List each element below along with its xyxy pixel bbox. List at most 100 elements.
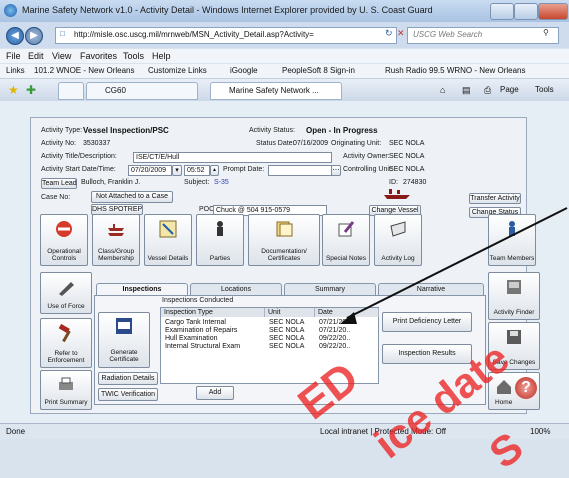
search-icon[interactable]: ⚲ — [543, 28, 549, 37]
table-cell-unit[interactable]: SEC NOLA — [269, 319, 304, 326]
print-summary-button[interactable]: Print Summary — [40, 370, 92, 410]
link-igoogle[interactable]: iGoogle — [230, 66, 258, 75]
poc-label: POC — [199, 206, 215, 213]
activity-title-label: Activity Title/Description: — [41, 153, 117, 160]
stop-icon[interactable]: ✕ — [397, 28, 405, 39]
table-cell-unit[interactable]: SEC NOLA — [269, 343, 304, 350]
maximize-button[interactable] — [514, 3, 538, 20]
button-label: Generate Certificate — [109, 349, 139, 363]
zoom-level[interactable]: 100% — [530, 427, 550, 436]
link-peoplesoft[interactable]: PeopleSoft 8 Sign-in — [282, 66, 355, 75]
annotation-arrow — [340, 207, 568, 324]
add-button[interactable]: Add — [196, 386, 234, 400]
url-input[interactable]: □ http://misle.osc.uscg.mil/mrnweb/MSN_A… — [55, 27, 397, 44]
id-value: 274830 — [403, 179, 427, 186]
table-cell-type[interactable]: Cargo Tank Internal — [165, 319, 226, 326]
forward-icon[interactable]: ▶ — [25, 27, 43, 45]
status-date-label: Status Date: — [256, 140, 295, 147]
home-toolbar-icon[interactable]: ⌂ — [440, 85, 445, 95]
use-of-force-icon — [57, 278, 75, 296]
table-cell-type[interactable]: Examination of Repairs — [165, 327, 237, 334]
not-attached-button[interactable]: Not Attached to a Case — [91, 191, 173, 203]
button-label: Class/Group Membership — [97, 248, 135, 262]
printer-icon — [57, 376, 75, 394]
team-lead-value: Bulloch, Franklin J. — [81, 179, 141, 186]
time-spinner-icon[interactable]: ▲ — [210, 165, 219, 176]
documents-icon — [275, 220, 293, 238]
ships-icon — [107, 220, 125, 238]
link-wnoe[interactable]: 101.2 WNOE - New Orleans — [34, 66, 134, 75]
page-icon: □ — [60, 29, 65, 38]
browser-tab-cg60[interactable]: CG60 — [86, 82, 198, 100]
team-lead-button[interactable]: Team Lead — [41, 178, 77, 189]
class-group-membership-button[interactable]: Class/Group Membership — [92, 214, 140, 266]
operational-controls-button[interactable]: Operational Controls — [40, 214, 88, 266]
table-cell-unit[interactable]: SEC NOLA — [269, 327, 304, 334]
button-label: Refer to Enforcement — [47, 350, 85, 364]
button-label: Documentation/ Certificates — [261, 248, 307, 262]
start-date-label: Activity Start Date/Time: — [41, 166, 116, 173]
vessel-details-icon — [159, 220, 177, 238]
browser-tab-msn[interactable]: Marine Safety Network ... — [210, 82, 342, 100]
table-cell-date[interactable]: 09/22/20.. — [319, 343, 350, 350]
button-label: Print Summary — [44, 399, 88, 406]
page-menu[interactable]: Page — [500, 85, 519, 94]
prompt-date-picker-icon[interactable]: ⋯ — [331, 165, 341, 176]
print-toolbar-icon[interactable]: ⎙ — [484, 85, 491, 96]
date-dropdown-icon[interactable]: ▾ — [172, 165, 182, 176]
tab-list-button[interactable] — [58, 82, 84, 100]
start-time-input[interactable]: 05:52 — [184, 165, 210, 176]
start-date-input[interactable]: 07/20/2009 — [128, 165, 172, 176]
help-icon[interactable]: ? — [515, 377, 537, 399]
menu-favorites[interactable]: Favorites — [80, 51, 117, 61]
menu-edit[interactable]: Edit — [28, 51, 44, 61]
minimize-button[interactable] — [490, 3, 514, 20]
favorites-star-icon[interactable]: ★ — [8, 83, 19, 97]
menu-help[interactable]: Help — [152, 51, 171, 61]
subject-value[interactable]: S-35 — [214, 179, 229, 186]
feeds-icon[interactable]: ▤ — [462, 85, 471, 96]
table-cell-unit[interactable]: SEC NOLA — [269, 335, 304, 342]
vessel-icon — [383, 188, 411, 200]
add-favorite-icon[interactable]: ✚ — [26, 83, 36, 97]
button-label: Operational Controls — [47, 248, 81, 262]
hammer-icon — [57, 323, 75, 343]
menu-file[interactable]: File — [6, 51, 21, 61]
originating-unit-label: Originating Unit: — [331, 140, 382, 147]
generate-certificate-button[interactable]: Generate Certificate — [98, 312, 150, 368]
documentation-certificates-button[interactable]: Documentation/ Certificates — [248, 214, 320, 266]
links-bar: Links 101.2 WNOE - New Orleans Customize… — [0, 64, 569, 79]
originating-unit-value: SEC NOLA — [389, 140, 425, 147]
table-cell-type[interactable]: Internal Structural Exam — [165, 343, 240, 350]
browser-tab-label: CG60 — [105, 86, 126, 95]
prompt-date-input[interactable] — [268, 165, 332, 176]
link-customize[interactable]: Customize Links — [148, 66, 207, 75]
search-input[interactable]: USCG Web Search ⚲ — [407, 27, 559, 44]
tools-menu[interactable]: Tools — [535, 85, 554, 94]
activity-no-label: Activity No: — [41, 140, 77, 147]
vessel-details-button[interactable]: Vessel Details — [144, 214, 192, 266]
close-button[interactable] — [538, 3, 568, 20]
menu-tools[interactable]: Tools — [123, 51, 144, 61]
column-header-unit[interactable]: Unit — [265, 308, 315, 317]
twic-verification-button[interactable]: TWIC Verification — [98, 388, 158, 401]
back-icon[interactable]: ◀ — [6, 27, 24, 45]
window-title: Marine Safety Network v1.0 - Activity De… — [22, 5, 433, 15]
refresh-icon[interactable]: ↻ — [385, 28, 393, 39]
ie-logo-icon — [4, 4, 17, 17]
activity-owner-value: SEC NOLA — [389, 153, 425, 160]
activity-no-value: 3530337 — [83, 140, 111, 147]
link-rush-radio[interactable]: Rush Radio 99.5 WRNO - New Orleans — [385, 66, 526, 75]
menu-view[interactable]: View — [52, 51, 71, 61]
table-cell-type[interactable]: Hull Examination — [165, 335, 218, 342]
certificate-icon — [115, 317, 133, 335]
inspections-conducted-label: Inspections Conducted — [162, 297, 234, 304]
activity-title-input[interactable]: ISE/CT/E/Hull — [133, 152, 332, 163]
use-of-force-button[interactable]: Use of Force — [40, 272, 92, 314]
radiation-details-button[interactable]: Radiation Details — [98, 372, 158, 385]
no-entry-icon — [55, 220, 73, 238]
parties-button[interactable]: Parties — [196, 214, 244, 266]
column-header-type[interactable]: Inspection Type — [161, 308, 265, 317]
id-label: ID: — [389, 179, 398, 186]
refer-to-enforcement-button[interactable]: Refer to Enforcement — [40, 318, 92, 368]
